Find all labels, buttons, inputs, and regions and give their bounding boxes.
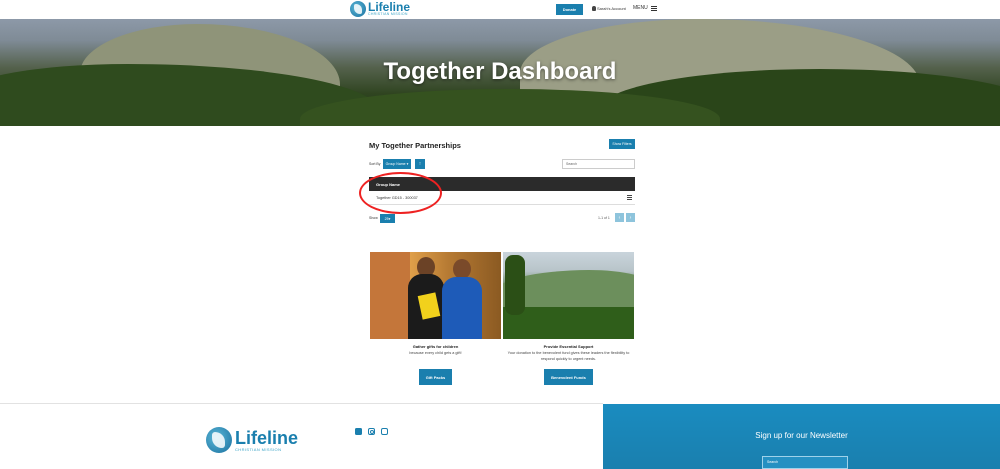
card-text: because every child gets a gift!	[409, 351, 462, 355]
footer-logo[interactable]: Lifeline CHRISTIAN MISSION	[206, 427, 298, 453]
sort-by-label: Sort By	[369, 162, 381, 166]
partnerships-title: My Together Partnerships	[369, 141, 461, 150]
globe-logo-icon	[206, 427, 232, 453]
hamburger-icon	[650, 5, 657, 11]
globe-logo-icon	[350, 1, 366, 17]
image-child	[442, 277, 482, 339]
card-text: Your donation to the benevolent fund giv…	[507, 351, 630, 362]
logo-subtitle: CHRISTIAN MISSION	[368, 12, 408, 17]
annotation-circle	[359, 172, 442, 214]
sort-select-value: Group Name	[385, 162, 406, 166]
page: Lifeline CHRISTIAN MISSION Donate Sarah'…	[0, 0, 1000, 469]
benevolent-funds-image	[503, 252, 634, 339]
menu-label: MENU	[633, 5, 648, 11]
prev-page-button[interactable]: ‹	[615, 213, 624, 222]
account-link[interactable]: Sarah's Account	[592, 6, 626, 11]
hero-banner: Together Dashboard	[0, 19, 1000, 126]
site-header: Lifeline CHRISTIAN MISSION Donate Sarah'…	[0, 0, 1000, 19]
instagram-icon[interactable]	[368, 428, 375, 435]
newsletter-panel: Sign up for our Newsletter Search	[603, 404, 1000, 469]
menu-button[interactable]: MENU	[633, 5, 657, 11]
show-label: Show	[369, 216, 378, 220]
image-wall	[370, 252, 410, 339]
image-child-head	[453, 259, 471, 279]
donate-button[interactable]: Donate	[556, 4, 583, 15]
gift-packs-image	[370, 252, 501, 339]
newsletter-title: Sign up for our Newsletter	[755, 431, 848, 440]
row-menu-icon[interactable]	[627, 195, 632, 200]
newsletter-input[interactable]: Search	[762, 456, 848, 469]
site-logo[interactable]: Lifeline CHRISTIAN MISSION	[350, 1, 410, 17]
page-size-select[interactable]: 25 ▾	[380, 214, 395, 223]
logo-text: Lifeline CHRISTIAN MISSION	[368, 1, 410, 17]
footer-logo-name: Lifeline	[235, 427, 299, 448]
chevron-down-icon: ▾	[406, 162, 409, 166]
footer-divider	[0, 403, 603, 404]
benevolent-funds-button[interactable]: Benevolent Funds	[544, 369, 593, 385]
footer-logo-text: Lifeline CHRISTIAN MISSION	[235, 429, 298, 452]
youtube-icon[interactable]	[381, 428, 388, 435]
chevron-down-icon: ▾	[388, 216, 391, 221]
sort-direction-button[interactable]: ↑	[415, 159, 425, 169]
pager-info: 1-1 of 1	[598, 216, 610, 220]
user-icon	[592, 6, 596, 11]
facebook-icon[interactable]	[355, 428, 362, 435]
account-label: Sarah's Account	[597, 6, 626, 11]
gift-packs-button[interactable]: Gift Packs	[419, 369, 452, 385]
card-title: Provide Essential Support	[543, 344, 594, 349]
image-palm	[505, 255, 525, 315]
page-title: Together Dashboard	[383, 58, 617, 85]
sort-select[interactable]: Group Name ▾	[383, 159, 411, 169]
search-input[interactable]: Search	[562, 159, 635, 169]
show-filters-button[interactable]: Show Filters	[609, 139, 635, 149]
next-page-button[interactable]: ›	[626, 213, 635, 222]
card-title: Gather gifts for children	[412, 344, 459, 349]
